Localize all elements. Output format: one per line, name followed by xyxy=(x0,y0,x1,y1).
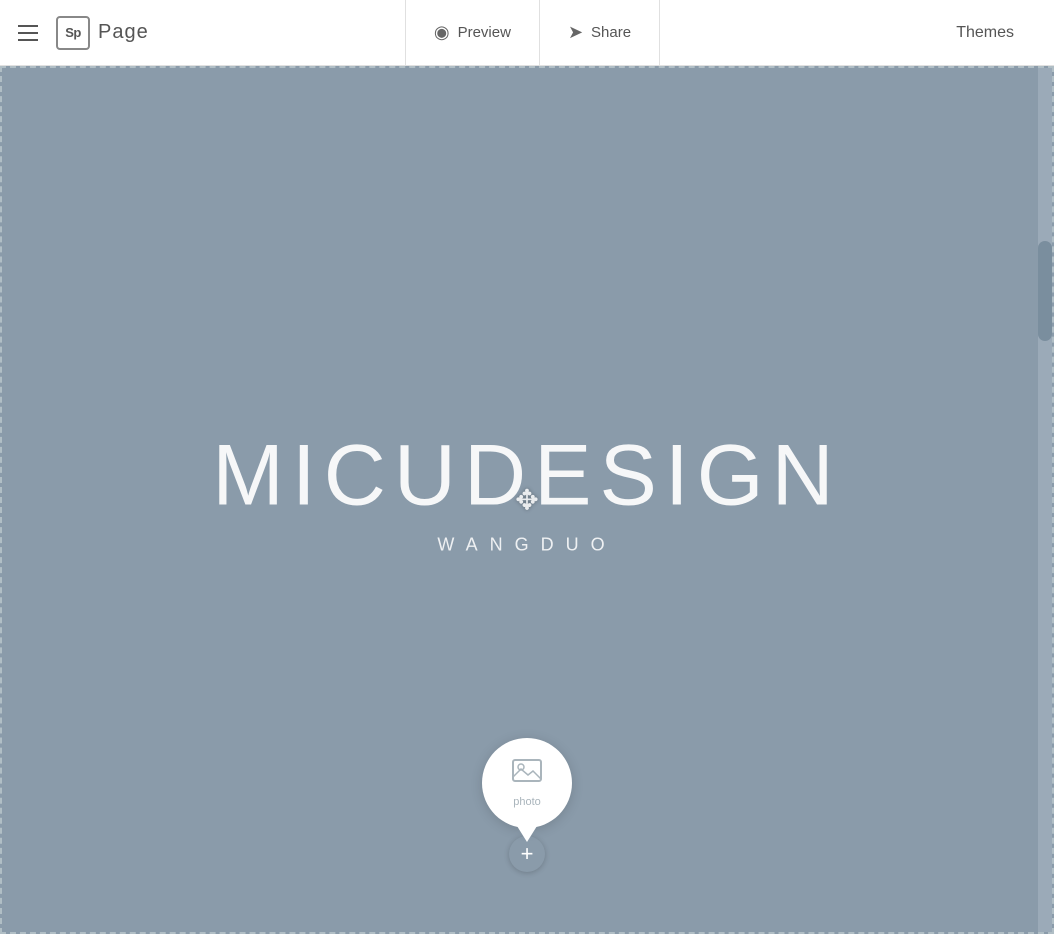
logo-area[interactable]: Sp Page xyxy=(56,16,149,50)
main-title: MICUDESIGN xyxy=(212,432,841,518)
photo-label: photo xyxy=(513,796,541,808)
themes-label: Themes xyxy=(956,24,1014,42)
share-icon: ➤ xyxy=(568,22,583,43)
themes-button[interactable]: Themes xyxy=(916,0,1054,66)
scrollbar-thumb[interactable] xyxy=(1038,241,1052,341)
share-label: Share xyxy=(591,24,631,41)
hero-title-group: MICUDESIGN WANGDUO xyxy=(212,432,841,555)
canvas-area[interactable]: MICUDESIGN WANGDUO ✥ photo + xyxy=(0,66,1054,934)
hamburger-icon xyxy=(18,25,38,41)
sp-logo-icon: Sp xyxy=(56,16,90,50)
center-actions: ◉ Preview ➤ Share xyxy=(405,0,660,66)
preview-label: Preview xyxy=(458,24,511,41)
scrollbar-track[interactable] xyxy=(1038,68,1052,932)
preview-icon: ◉ xyxy=(434,22,450,43)
photo-icon xyxy=(512,759,542,792)
add-icon: + xyxy=(521,843,534,865)
share-button[interactable]: ➤ Share xyxy=(539,0,659,66)
photo-bubble[interactable]: photo xyxy=(482,738,572,828)
menu-button[interactable] xyxy=(0,0,56,66)
photo-bubble-container: photo + xyxy=(482,738,572,872)
page-title: Page xyxy=(98,21,149,44)
preview-button[interactable]: ◉ Preview xyxy=(406,0,539,66)
header-toolbar: Sp Page ◉ Preview ➤ Share Themes xyxy=(0,0,1054,66)
sub-title: WANGDUO xyxy=(212,534,841,555)
